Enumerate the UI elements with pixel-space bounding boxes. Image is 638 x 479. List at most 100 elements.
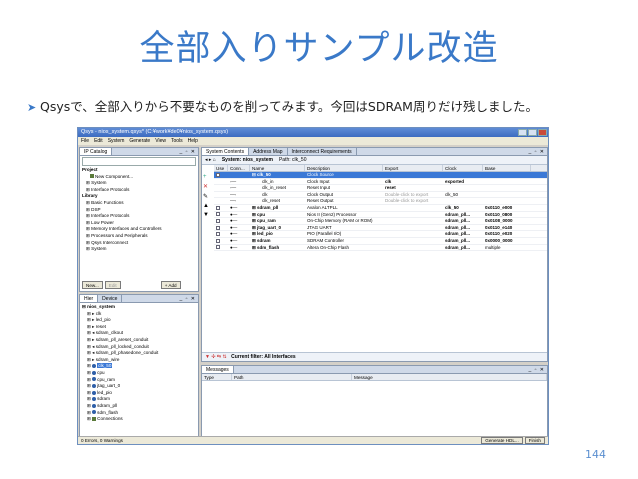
tree-item[interactable]: ⊞ sdm_flash [82, 410, 198, 417]
menu-generate[interactable]: Generate [129, 137, 150, 145]
messages-panel: Messages _ ▫ ✕ Type Path Message [201, 365, 548, 437]
table-row[interactable]: ◦— clk_in Clock Input clk exported [214, 179, 547, 186]
module-icon [92, 410, 97, 415]
column-header[interactable]: Name [250, 165, 305, 171]
module-icon [92, 390, 97, 395]
table-row[interactable]: ●— ⊞ sdram_pll Avalon ALTPLL clk_50 0x01… [214, 205, 547, 212]
tree-item[interactable]: ⊞ ▸ sdram_wire [82, 357, 198, 364]
tree-item[interactable]: ⊞ led_pio [82, 390, 198, 397]
nav-arrows-icon[interactable]: ◂ ▸ ⌂ [205, 156, 216, 165]
tree-item[interactable]: ⊞ ◂ sdram_pll_locked_conduit [82, 344, 198, 351]
tree-item[interactable]: ⊞ jtag_uart_0 [82, 383, 198, 390]
tab-system-contents[interactable]: System Contents [202, 148, 250, 155]
table-row[interactable]: —◦ clk Clock Output Double-click to expo… [214, 192, 547, 199]
table-row[interactable]: ⊟ clk_50 Clock Source [214, 172, 547, 179]
menu-file[interactable]: File [81, 137, 89, 145]
tree-item[interactable]: ⊞ Basic Functions [82, 200, 198, 207]
tree-item[interactable]: ⊞ cpu_ram [82, 377, 198, 384]
hierarchy-tree: ⊟ nios_system ⊞ ▸ clk ⊞ ▸ led_pio ⊞ ▸ re… [80, 303, 198, 423]
bullet-text: Qsysで、全部入りから不要なものを削ってみます。今回はSDRAM周りだけ残しま… [40, 99, 538, 114]
tree-item[interactable]: ⊞ Connections [82, 416, 198, 423]
remove-icon[interactable]: ✕ [203, 183, 213, 190]
close-button[interactable] [538, 129, 547, 136]
generate-hdl-button[interactable]: Generate HDL... [481, 437, 523, 444]
tree-item[interactable]: ⊞ System [82, 246, 198, 253]
tree-item[interactable]: New Component... [82, 174, 198, 181]
maximize-button[interactable] [528, 129, 537, 136]
tab-messages[interactable]: Messages [202, 366, 234, 373]
tree-item[interactable]: ⊞ ▸ reset [82, 324, 198, 331]
tree-item[interactable]: ⊞ Low Power [82, 220, 198, 227]
tree-item[interactable]: ⊞ sdram [82, 396, 198, 403]
table-row[interactable]: ●— ⊞ led_pio PIO (Parallel I/O) sdram_pl… [214, 231, 547, 238]
table-row[interactable]: ●— ⊞ sdram SDRAM Controller sdram_pll...… [214, 238, 547, 245]
tree-item[interactable]: ⊞ DSP [82, 207, 198, 214]
tab-interconnect-requirements[interactable]: Interconnect Requirements [288, 148, 357, 155]
tree-item[interactable]: ⊞ ▸ led_pio [82, 317, 198, 324]
connections-icon [92, 416, 97, 421]
tab-device[interactable]: Device [98, 295, 123, 302]
column-header[interactable]: Export [383, 165, 443, 171]
panel-controls[interactable]: _ ▫ ✕ [179, 148, 196, 156]
component-icon [90, 174, 94, 179]
table-row[interactable]: ●— ⊞ jtag_uart_0 JTAG UART sdram_pll... … [214, 225, 547, 232]
filter-tools-icon[interactable]: ▼ ✣ ⇆ ⇅ [205, 354, 227, 360]
finish-button[interactable]: Finish [524, 437, 545, 444]
tab-ip-catalog[interactable]: IP Catalog [80, 148, 113, 155]
add-icon[interactable]: + [203, 174, 213, 180]
table-row[interactable]: ●— ⊞ cpu_ram On-Chip Memory (RAM or ROM)… [214, 218, 547, 225]
tree-item[interactable]: ⊞ Processors and Peripherals [82, 233, 198, 240]
edit-component-button[interactable]: Edit [104, 281, 121, 289]
tree-item: Project [82, 167, 98, 172]
filter-label: Current filter: All Interfaces [231, 354, 296, 360]
tree-item[interactable]: ⊞ Interface Protocols [82, 187, 198, 194]
tree-item[interactable]: ⊞ cpu [82, 370, 198, 377]
table-row[interactable]: ●— ⊞ sdm_flash Altera On-Chip Flash sdra… [214, 245, 547, 252]
minimize-button[interactable] [518, 129, 527, 136]
tab-address-map[interactable]: Address Map [249, 148, 288, 155]
table-row[interactable]: —◦ clk_reset Reset Output Double-click t… [214, 198, 547, 205]
tree-item[interactable]: ⊞ Qsys Interconnect [82, 240, 198, 247]
table-row[interactable]: ●— ⊞ cpu Nios II (Gen2) Processor sdram_… [214, 212, 547, 219]
add-component-button[interactable]: + Add [160, 281, 181, 289]
column-header[interactable]: Message [352, 374, 547, 380]
table-row[interactable]: ◦— clk_in_reset Reset Input reset [214, 185, 547, 192]
side-toolbar: + ✕ ✎ ▲ ▼ [203, 174, 213, 218]
menu-edit[interactable]: Edit [94, 137, 103, 145]
panel-controls[interactable]: _ ▫ ✕ [528, 366, 545, 374]
tree-item[interactable]: ⊟ nios_system [82, 304, 198, 311]
library-search-input[interactable] [82, 157, 196, 166]
tree-item[interactable]: ⊞ ▸ sdram_pll_areset_conduit [82, 337, 198, 344]
tree-item[interactable]: ⊞ ◂ sdram_clkout [82, 330, 198, 337]
menu-system[interactable]: System [108, 137, 125, 145]
column-header[interactable]: Conn... [228, 165, 250, 171]
menu-help[interactable]: Help [188, 137, 198, 145]
menu-view[interactable]: View [155, 137, 166, 145]
new-component-button[interactable]: New... [82, 281, 103, 289]
tree-item[interactable]: ⊞ ▸ clk [82, 311, 198, 318]
tree-item[interactable]: ⊞ Interface Protocols [82, 213, 198, 220]
column-header[interactable]: Use [214, 165, 228, 171]
move-up-icon[interactable]: ▲ [203, 203, 213, 209]
edit-icon[interactable]: ✎ [203, 193, 213, 200]
move-down-icon[interactable]: ▼ [203, 212, 213, 218]
tree-item[interactable]: ⊞ ◂ sdram_pll_phasedone_conduit [82, 350, 198, 357]
panel-controls[interactable]: _ ▫ ✕ [179, 295, 196, 303]
slide-title: 全部入りサンプル改造 [139, 29, 499, 69]
path-label: Path: clk_50 [278, 156, 307, 163]
column-header[interactable]: Base [483, 165, 531, 171]
tree-item[interactable]: ⊞ Memory Interfaces and Controllers [82, 226, 198, 233]
column-header[interactable]: Clock [443, 165, 483, 171]
right-column: System Contents Address Map Interconnect… [201, 147, 548, 437]
tree-item[interactable]: ⊞ System [82, 180, 198, 187]
menu-tools[interactable]: Tools [171, 137, 183, 145]
column-header[interactable]: Type [202, 374, 232, 380]
column-header[interactable]: Path [232, 374, 352, 380]
panel-controls[interactable]: _ ▫ ✕ [528, 148, 545, 156]
slide: 全部入りサンプル改造 ➤ Qsysで、全部入りから不要なものを削ってみます。今回… [0, 0, 638, 479]
tab-hierarchy[interactable]: Hier [80, 295, 99, 302]
left-column: IP Catalog _ ▫ ✕ Project New Component..… [79, 147, 199, 437]
tree-item[interactable]: ⊞ clk_50 [82, 363, 198, 370]
tree-item[interactable]: ⊞ sdram_pll [82, 403, 198, 410]
column-header[interactable]: Description [305, 165, 383, 171]
